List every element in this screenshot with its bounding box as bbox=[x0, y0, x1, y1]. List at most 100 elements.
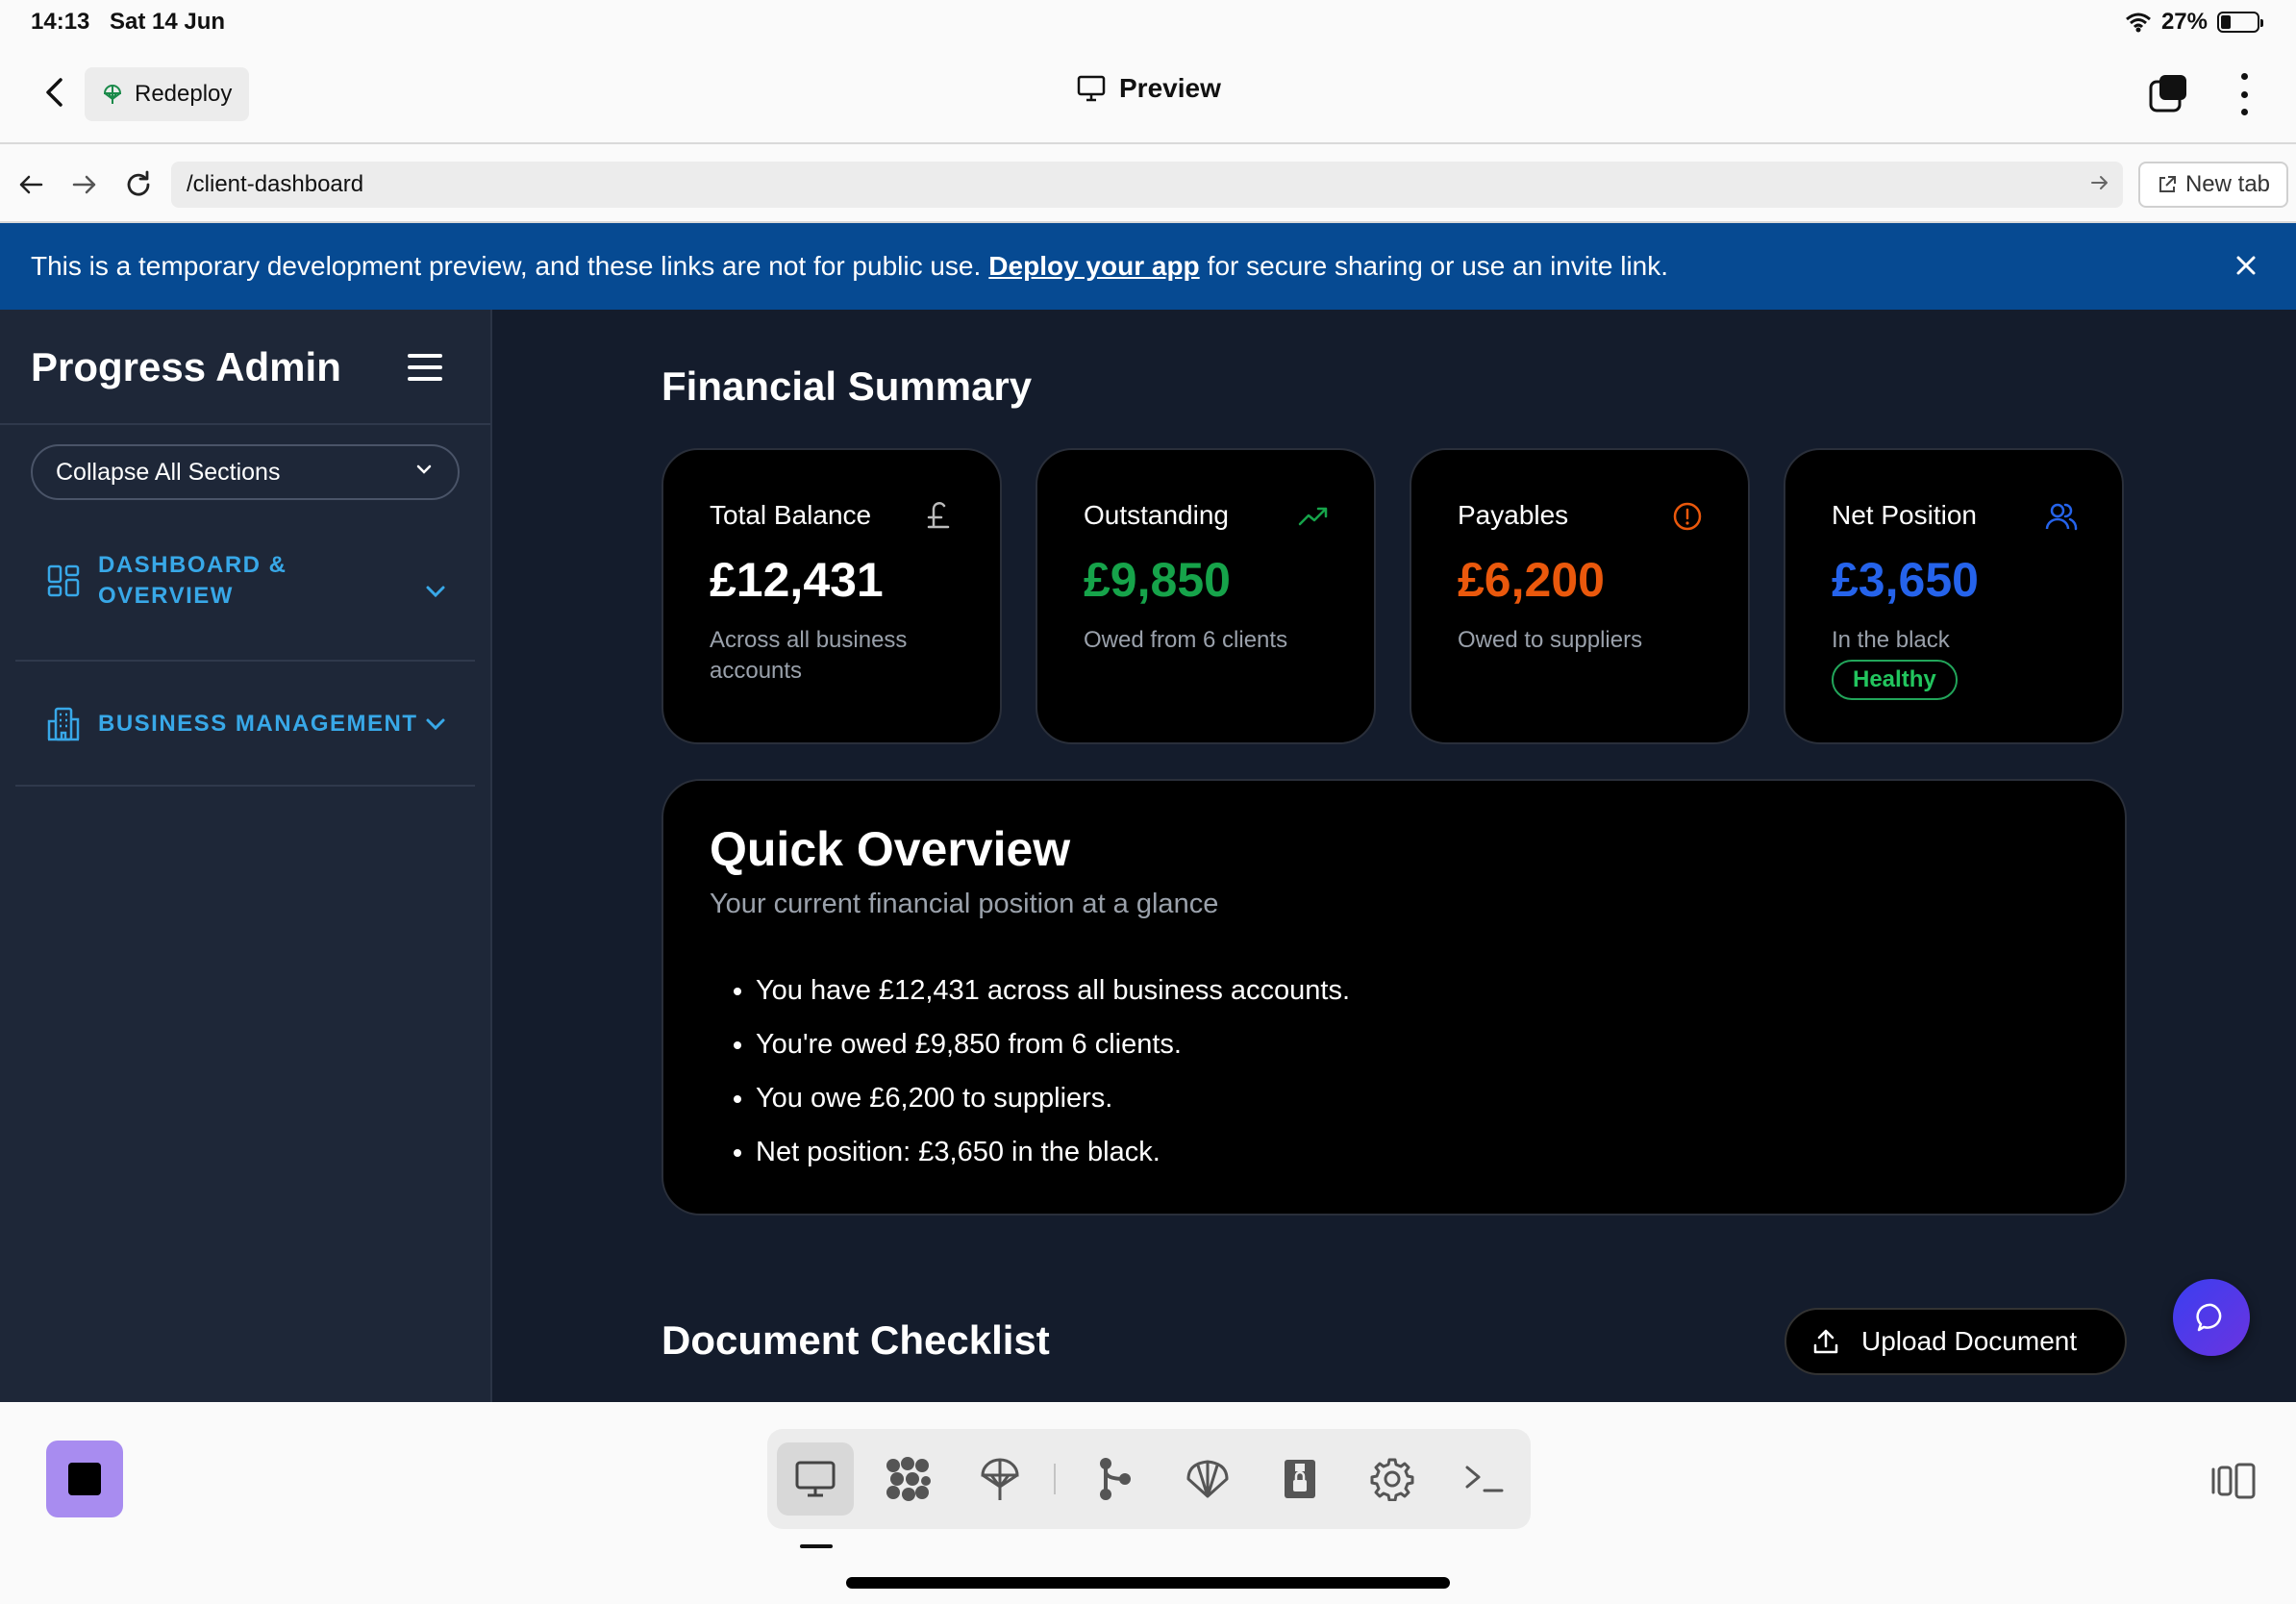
card-title: Outstanding bbox=[1084, 500, 1229, 530]
list-item: You owe £6,200 to suppliers. bbox=[756, 1071, 1350, 1125]
more-menu-icon[interactable] bbox=[2234, 73, 2254, 115]
card-outstanding: Outstanding £9,850 Owed from 6 clients bbox=[1036, 448, 1376, 744]
card-subtitle: Across all business accounts bbox=[710, 627, 908, 684]
list-item: You're owed £9,850 from 6 clients. bbox=[756, 1017, 1350, 1071]
dashboard-label-line1: DASHBOARD & bbox=[98, 552, 287, 578]
nav-back-button[interactable] bbox=[12, 165, 50, 204]
trending-up-icon bbox=[1298, 507, 1328, 526]
external-link-icon bbox=[2159, 176, 2176, 192]
card-title: Total Balance bbox=[710, 500, 872, 530]
new-tab-button[interactable]: New tab bbox=[2138, 162, 2288, 208]
dock-separator bbox=[1054, 1464, 1056, 1494]
collapse-all-select[interactable]: Collapse All Sections bbox=[31, 444, 460, 500]
dock-shell[interactable] bbox=[1169, 1442, 1246, 1516]
dock-preview[interactable] bbox=[777, 1442, 854, 1516]
url-text: /client-dashboard bbox=[187, 171, 364, 197]
secrets-icon bbox=[1285, 1460, 1315, 1498]
chevron-down-icon bbox=[416, 464, 432, 474]
sidebar-header: Progress Admin bbox=[0, 310, 490, 425]
deploy-icon bbox=[981, 1458, 1019, 1500]
users-icon bbox=[2045, 503, 2078, 531]
card-net-position: Net Position £3,650 In the black Healthy bbox=[1784, 448, 2124, 744]
shell-icon bbox=[1186, 1460, 1229, 1498]
stop-icon bbox=[68, 1463, 101, 1495]
card-title: Net Position bbox=[1832, 500, 1977, 530]
split-view-icon[interactable] bbox=[2209, 1462, 2258, 1500]
dock-secrets[interactable] bbox=[1261, 1442, 1338, 1516]
list-item: You have £12,431 across all business acc… bbox=[756, 964, 1350, 1017]
document-checklist-title: Document Checklist bbox=[661, 1317, 1050, 1363]
dev-preview-banner: This is a temporary development preview,… bbox=[0, 223, 2296, 310]
pound-icon bbox=[927, 502, 950, 529]
card-subtitle: Owed to suppliers bbox=[1458, 627, 1643, 653]
preview-title: Preview bbox=[1077, 73, 1221, 104]
sidebar-section-dashboard[interactable]: DASHBOARD & OVERVIEW bbox=[15, 525, 475, 662]
overview-subtitle: Your current financial position at a gla… bbox=[710, 889, 1219, 919]
chat-button[interactable] bbox=[2173, 1279, 2250, 1356]
url-input[interactable]: /client-dashboard bbox=[171, 162, 2123, 208]
dashboard-label-line2: OVERVIEW bbox=[98, 583, 234, 609]
sidebar-section-business-label: BUSINESS MANAGEMENT bbox=[98, 711, 418, 737]
redeploy-button[interactable]: Redeploy bbox=[85, 67, 250, 121]
hamburger-icon[interactable] bbox=[408, 354, 442, 381]
arrow-left-icon bbox=[19, 175, 43, 194]
sidebar-section-business[interactable]: BUSINESS MANAGEMENT bbox=[15, 662, 475, 787]
terminal-icon bbox=[1465, 1466, 1504, 1492]
redeploy-label: Redeploy bbox=[135, 81, 233, 107]
deploy-icon bbox=[103, 85, 122, 104]
status-badge: Healthy bbox=[1832, 660, 1958, 700]
back-button[interactable] bbox=[35, 73, 73, 112]
upload-icon bbox=[1813, 1329, 1838, 1354]
card-value: £6,200 bbox=[1458, 553, 1605, 607]
main-content: Financial Summary Total Balance £12,431 … bbox=[492, 310, 2296, 1402]
sidebar-section-dashboard-row: DASHBOARD & OVERVIEW bbox=[46, 550, 287, 612]
chevron-down-icon bbox=[426, 718, 445, 731]
arrow-right-icon bbox=[72, 175, 96, 194]
home-indicator bbox=[846, 1577, 1450, 1589]
deploy-link[interactable]: Deploy your app bbox=[988, 251, 1199, 282]
upload-document-label: Upload Document bbox=[1861, 1326, 2078, 1356]
close-icon[interactable] bbox=[2229, 248, 2263, 283]
collapse-all-label: Collapse All Sections bbox=[56, 458, 281, 486]
go-arrow-icon[interactable] bbox=[2090, 173, 2109, 192]
list-item: Net position: £3,650 in the black. bbox=[756, 1125, 1350, 1179]
card-value: £9,850 bbox=[1084, 553, 1231, 607]
url-bar: /client-dashboard New tab bbox=[0, 146, 2296, 223]
quick-overview-card: Quick Overview Your current financial po… bbox=[661, 779, 2127, 1216]
sidebar-title: Progress Admin bbox=[31, 344, 341, 389]
status-time: 14:13 bbox=[31, 9, 90, 35]
monitor-icon bbox=[1077, 75, 1106, 102]
workspace-dock bbox=[767, 1429, 1531, 1529]
reload-button[interactable] bbox=[119, 165, 158, 204]
battery-percent: 27% bbox=[2160, 9, 2208, 35]
card-payables: Payables £6,200 Owed to suppliers bbox=[1410, 448, 1750, 744]
banner-text: This is a temporary development preview,… bbox=[31, 251, 982, 281]
chevron-left-icon bbox=[46, 78, 62, 107]
overview-list: You have £12,431 across all business acc… bbox=[756, 964, 1350, 1179]
sidebar: Progress Admin Collapse All Sections DAS… bbox=[0, 310, 492, 1402]
overview-title: Quick Overview bbox=[710, 822, 1071, 876]
dashboard-icon bbox=[47, 564, 80, 597]
card-subtitle: In the black bbox=[1832, 627, 1950, 653]
gear-icon bbox=[1370, 1458, 1414, 1501]
dock-apps[interactable] bbox=[869, 1442, 946, 1516]
tabs-icon[interactable] bbox=[2148, 73, 2190, 115]
dock-terminal[interactable] bbox=[1446, 1442, 1523, 1516]
status-date: Sat 14 Jun bbox=[110, 9, 226, 35]
card-title: Payables bbox=[1458, 500, 1569, 530]
status-right: 27% bbox=[2125, 9, 2263, 36]
sidebar-section-dashboard-label: DASHBOARD & OVERVIEW bbox=[98, 550, 287, 612]
monitor-icon bbox=[795, 1461, 836, 1497]
active-tab-indicator bbox=[800, 1544, 833, 1548]
preview-title-text: Preview bbox=[1119, 73, 1221, 103]
card-value: £3,650 bbox=[1832, 553, 1979, 607]
alert-circle-icon bbox=[1673, 502, 1702, 531]
bottom-toolbar bbox=[0, 1402, 2296, 1604]
dock-deploy[interactable] bbox=[961, 1442, 1038, 1516]
dock-settings[interactable] bbox=[1354, 1442, 1431, 1516]
stop-button[interactable] bbox=[46, 1441, 123, 1517]
upload-document-button[interactable]: Upload Document bbox=[1784, 1308, 2127, 1375]
dock-git[interactable] bbox=[1077, 1442, 1154, 1516]
nav-forward-button[interactable] bbox=[65, 165, 104, 204]
apps-icon bbox=[886, 1457, 931, 1501]
